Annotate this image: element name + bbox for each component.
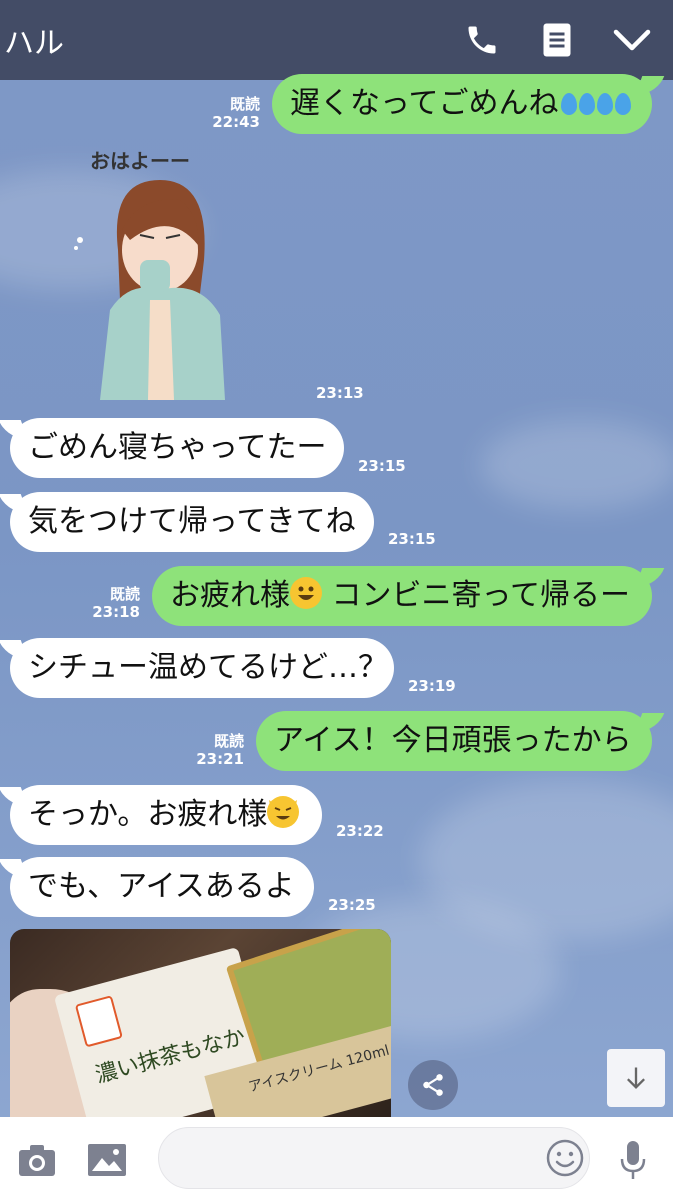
message-bubble-outgoing[interactable]: 遅くなってごめんね <box>272 74 652 134</box>
notes-icon[interactable] <box>535 18 579 62</box>
message-time: 23:21 <box>196 750 244 768</box>
camera-icon[interactable] <box>12 1135 62 1185</box>
message-bubble-outgoing[interactable]: アイス！今日頑張ったから <box>256 711 652 771</box>
message-text: 遅くなってごめんね <box>290 86 559 121</box>
chat-header: ハル <box>0 0 673 80</box>
message-bubble-incoming[interactable]: シチュー温めてるけど…？ <box>10 638 394 698</box>
image-icon[interactable] <box>82 1135 132 1185</box>
grinning-face-emoji <box>290 577 322 609</box>
phone-icon[interactable] <box>460 18 504 62</box>
message-time: 23:15 <box>388 530 436 548</box>
message-text: そっか。お疲れ様 <box>28 797 268 832</box>
message-bubble-incoming[interactable]: 気をつけて帰ってきてね <box>10 492 374 552</box>
read-receipt: 既読 <box>109 585 140 603</box>
message-time: 22:43 <box>212 113 260 131</box>
sticker[interactable]: おはよーー <box>70 140 250 400</box>
message-meta: 既読 23:18 <box>86 585 140 621</box>
emoji-icon[interactable] <box>540 1133 590 1183</box>
chat-title: ハル <box>4 26 64 61</box>
arrow-down-icon <box>627 1067 645 1089</box>
chevron-down-icon[interactable] <box>610 18 654 62</box>
message-time: 23:22 <box>336 822 384 840</box>
cat-face-emoji <box>267 796 300 828</box>
input-bar <box>0 1117 673 1200</box>
message-text: お疲れ様 <box>170 578 290 613</box>
message-time: 23:18 <box>92 603 140 621</box>
message-bubble-incoming[interactable]: そっか。お疲れ様 <box>10 785 322 845</box>
message-text: コンビニ寄って帰るー <box>322 578 631 613</box>
message-input[interactable] <box>158 1127 590 1189</box>
sweat-drops-emoji <box>559 86 631 121</box>
message-time: 23:19 <box>408 677 456 695</box>
sticker-text: おはよーー <box>90 149 190 173</box>
message-text: 気をつけて帰ってきてね <box>28 504 356 539</box>
seven-eleven-logo <box>74 995 123 1048</box>
message-text: アイス！今日頑張ったから <box>274 723 632 758</box>
message-time: 23:13 <box>316 384 364 402</box>
message-time: 23:15 <box>358 457 406 475</box>
read-receipt: 既読 <box>229 95 260 113</box>
message-bubble-incoming[interactable]: ごめん寝ちゃってたー <box>10 418 344 478</box>
microphone-icon[interactable] <box>608 1135 658 1185</box>
message-time: 23:25 <box>328 896 376 914</box>
message-bubble-incoming[interactable]: でも、アイスあるよ <box>10 857 314 917</box>
message-text: でも、アイスあるよ <box>28 869 295 904</box>
read-receipt: 既読 <box>213 732 244 750</box>
message-meta: 既読 23:21 <box>190 732 244 768</box>
share-icon[interactable] <box>408 1060 458 1110</box>
message-bubble-outgoing[interactable]: お疲れ様 コンビニ寄って帰るー <box>152 566 652 626</box>
message-meta: 既読 22:43 <box>206 95 260 131</box>
scroll-down-button[interactable] <box>607 1049 665 1107</box>
message-text: シチュー温めてるけど…？ <box>28 650 388 685</box>
message-text: ごめん寝ちゃってたー <box>28 430 327 465</box>
photo-message[interactable]: 濃い抹茶もなか アイスクリーム 120ml <box>10 929 391 1117</box>
